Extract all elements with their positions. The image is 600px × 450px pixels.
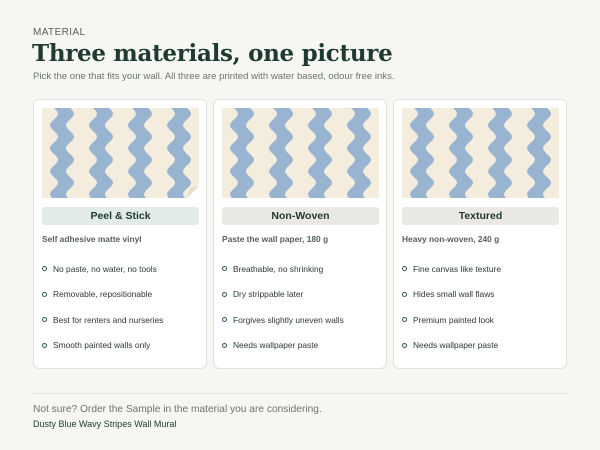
material-cards: Peel & Stick Self adhesive matte vinyl N… xyxy=(33,99,567,369)
feature-item: Smooth painted walls only xyxy=(42,333,198,359)
swatch-non-woven xyxy=(222,108,379,198)
feature-text: Breathable, no shrinking xyxy=(233,263,324,274)
material-spec: Paste the wall paper, 180 g xyxy=(222,234,329,244)
material-spec: Heavy non-woven, 240 g xyxy=(402,234,500,244)
material-name-badge: Peel & Stick xyxy=(42,207,199,225)
swatch-textured xyxy=(402,108,559,198)
feature-text: Hides small wall flaws xyxy=(413,289,495,300)
feature-text: Needs wallpaper paste xyxy=(233,340,319,351)
feature-list: No paste, no water, no tools Removable, … xyxy=(42,256,198,358)
bullet-icon xyxy=(42,291,47,297)
feature-item: Needs wallpaper paste xyxy=(222,333,378,359)
bullet-icon xyxy=(222,342,227,348)
material-card-non-woven[interactable]: Non-Woven Paste the wall paper, 180 g Br… xyxy=(213,99,387,369)
footer-note: Not sure? Order the Sample in the materi… xyxy=(33,404,322,415)
bullet-icon xyxy=(402,342,407,348)
bullet-icon xyxy=(42,317,47,323)
feature-item: Dry strippable later xyxy=(222,282,378,308)
feature-item: Hides small wall flaws xyxy=(402,282,558,308)
feature-text: Premium painted look xyxy=(413,314,494,325)
feature-text: No paste, no water, no tools xyxy=(53,263,157,274)
product-name: Dusty Blue Wavy Stripes Wall Mural xyxy=(33,419,177,429)
feature-text: Fine canvas like texture xyxy=(413,263,501,274)
feature-text: Needs wallpaper paste xyxy=(413,340,499,351)
bullet-icon xyxy=(222,291,227,297)
page-subtitle: Pick the one that fits your wall. All th… xyxy=(33,71,395,82)
feature-text: Forgives slightly uneven walls xyxy=(233,314,344,325)
page-title: Three materials, one picture xyxy=(32,40,393,67)
feature-item: No paste, no water, no tools xyxy=(42,256,198,282)
material-name-badge: Non-Woven xyxy=(222,207,379,225)
feature-text: Smooth painted walls only xyxy=(53,340,151,351)
bullet-icon xyxy=(402,266,407,272)
material-card-peel-stick[interactable]: Peel & Stick Self adhesive matte vinyl N… xyxy=(33,99,207,369)
feature-item: Removable, repositionable xyxy=(42,282,198,308)
feature-item: Breathable, no shrinking xyxy=(222,256,378,282)
feature-item: Premium painted look xyxy=(402,307,558,333)
material-spec: Self adhesive matte vinyl xyxy=(42,234,142,244)
feature-text: Removable, repositionable xyxy=(53,289,153,300)
feature-text: Dry strippable later xyxy=(233,289,304,300)
feature-item: Forgives slightly uneven walls xyxy=(222,307,378,333)
bullet-icon xyxy=(42,266,47,272)
feature-item: Best for renters and nurseries xyxy=(42,307,198,333)
feature-text: Best for renters and nurseries xyxy=(53,314,164,325)
feature-list: Fine canvas like texture Hides small wal… xyxy=(402,256,558,358)
footer-divider xyxy=(33,393,567,394)
bullet-icon xyxy=(222,266,227,272)
bullet-icon xyxy=(222,317,227,323)
swatch-peel-stick xyxy=(42,108,199,198)
feature-item: Fine canvas like texture xyxy=(402,256,558,282)
feature-item: Needs wallpaper paste xyxy=(402,333,558,359)
bullet-icon xyxy=(402,317,407,323)
section-eyebrow: MATERIAL xyxy=(33,27,86,38)
material-card-textured[interactable]: Textured Heavy non-woven, 240 g Fine can… xyxy=(393,99,567,369)
bullet-icon xyxy=(42,342,47,348)
bullet-icon xyxy=(402,291,407,297)
material-name-badge: Textured xyxy=(402,207,559,225)
feature-list: Breathable, no shrinking Dry strippable … xyxy=(222,256,378,358)
